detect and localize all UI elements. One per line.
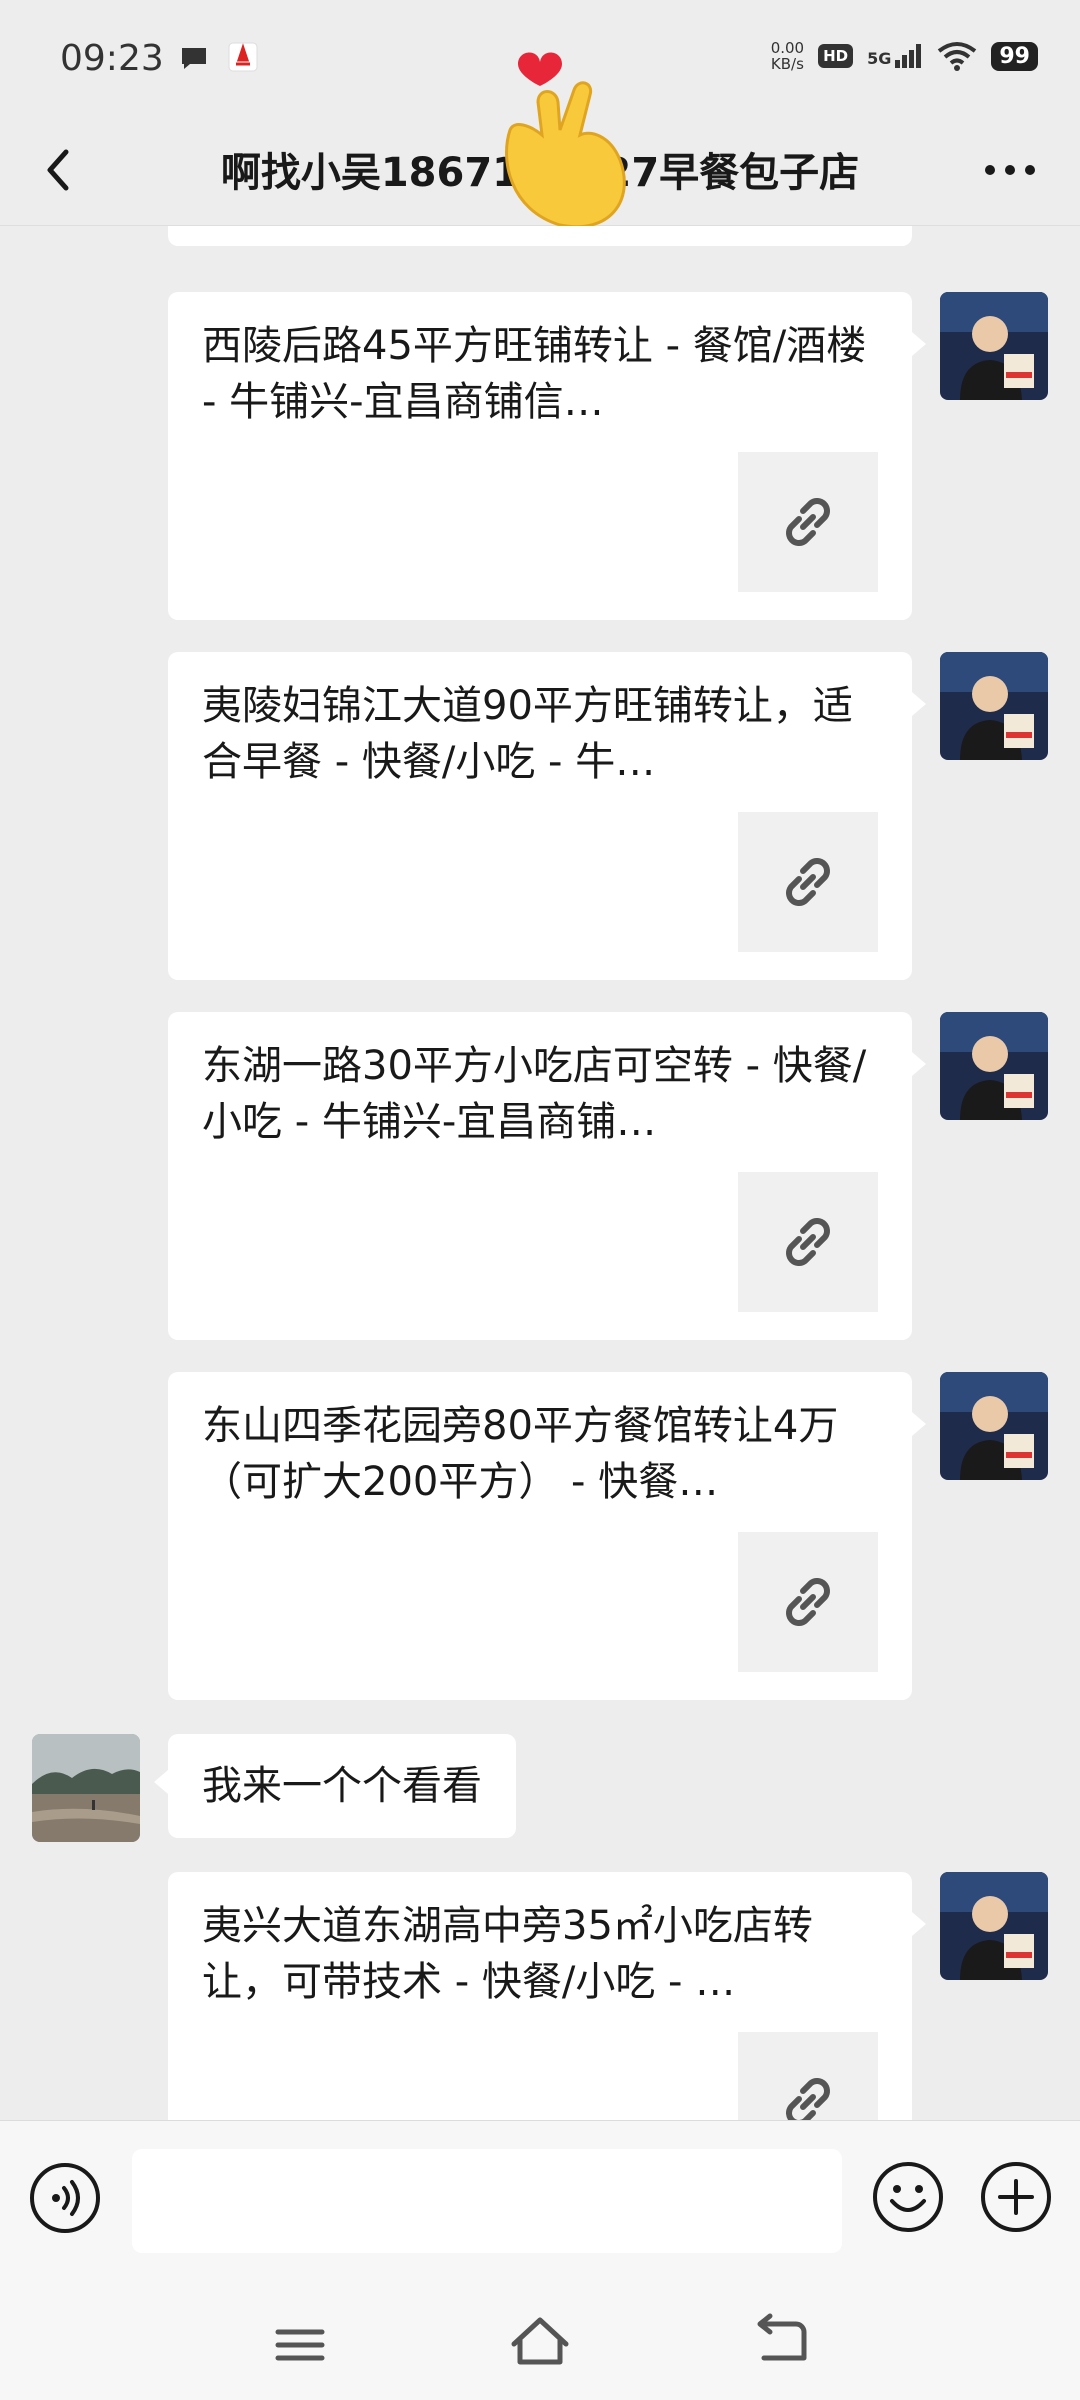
voice-icon	[30, 2163, 100, 2233]
more-dots-icon	[985, 165, 1035, 175]
nav-back-button[interactable]	[750, 2312, 810, 2368]
emoji-button[interactable]	[870, 2159, 946, 2235]
avatar[interactable]	[32, 1734, 140, 1842]
link-card[interactable]: 东湖一路30平方小吃店可空转 - 快餐/小吃 - 牛铺兴-宜昌商铺…	[168, 1012, 926, 1340]
link-card[interactable]: 东山四季花园旁80平方餐馆转让4万（可扩大200平方） - 快餐…	[168, 1372, 926, 1700]
nav-menu-button[interactable]	[270, 2320, 330, 2370]
more-functions-button[interactable]	[978, 2159, 1054, 2235]
back-button[interactable]	[30, 140, 90, 200]
message-card-partial[interactable]	[168, 226, 912, 246]
status-time: 09:23	[60, 38, 164, 79]
net-speed-unit: KB/s	[770, 55, 804, 73]
finger-heart-sticker	[505, 52, 626, 229]
link-card-title: 夷陵妇锦江大道90平方旺铺转让，适合早餐 - 快餐/小吃 - 牛…	[202, 683, 853, 785]
link-card-title: 西陵后路45平方旺铺转让 - 餐馆/酒楼 - 牛铺兴-宜昌商铺信…	[202, 323, 867, 425]
link-card[interactable]: 西陵后路45平方旺铺转让 - 餐馆/酒楼 - 牛铺兴-宜昌商铺信…	[168, 292, 926, 620]
message-list[interactable]: 西陵后路45平方旺铺转让 - 餐馆/酒楼 - 牛铺兴-宜昌商铺信… 夷陵妇锦江大…	[0, 226, 1080, 2120]
link-card[interactable]: 夷陵妇锦江大道90平方旺铺转让，适合早餐 - 快餐/小吃 - 牛…	[168, 652, 926, 980]
link-thumbnail	[738, 812, 878, 952]
text-message-bubble[interactable]: 我来一个个看看	[154, 1734, 516, 1838]
chat-notification-icon	[182, 48, 206, 69]
link-thumbnail	[738, 452, 878, 592]
wifi-icon	[938, 42, 977, 71]
link-icon	[786, 498, 830, 546]
nav-home-button[interactable]	[508, 2310, 572, 2370]
link-icon	[786, 2078, 830, 2120]
signal-bars-icon	[895, 44, 922, 68]
signal-label: 5G	[867, 49, 892, 68]
chevron-left-icon	[47, 149, 69, 191]
link-icon	[786, 1218, 830, 1266]
link-thumbnail	[738, 2032, 878, 2120]
link-icon	[786, 858, 830, 906]
link-card-title: 东山四季花园旁80平方餐馆转让4万（可扩大200平方） - 快餐…	[202, 1403, 839, 1505]
net-speed-value: 0.00	[770, 39, 805, 57]
status-notification-icons	[178, 42, 258, 74]
link-thumbnail	[738, 1172, 878, 1312]
hd-badge: HD	[818, 44, 854, 68]
link-card-title: 夷兴大道东湖高中旁35㎡小吃店转让，可带技术 - 快餐/小吃 - …	[202, 1903, 813, 2005]
input-bar	[0, 2120, 1080, 2280]
app-notification-icon	[228, 42, 258, 72]
emoji-icon	[873, 2162, 943, 2232]
heart-icon	[518, 52, 562, 86]
avatar[interactable]	[940, 652, 1048, 760]
signal-indicator: 5G	[867, 44, 923, 68]
plus-icon	[981, 2162, 1051, 2232]
avatar[interactable]	[940, 1012, 1048, 1120]
voice-button[interactable]	[28, 2161, 102, 2235]
link-card[interactable]: 夷兴大道东湖高中旁35㎡小吃店转让，可带技术 - 快餐/小吃 - …	[168, 1872, 926, 2120]
link-thumbnail	[738, 1532, 878, 1672]
battery-indicator: 99	[991, 41, 1038, 71]
more-button[interactable]	[980, 150, 1040, 190]
message-input[interactable]	[132, 2149, 842, 2253]
link-card-title: 东湖一路30平方小吃店可空转 - 快餐/小吃 - 牛铺兴-宜昌商铺…	[202, 1043, 867, 1145]
menu-icon	[275, 2329, 325, 2361]
avatar[interactable]	[940, 1372, 1048, 1480]
home-icon	[511, 2317, 569, 2365]
status-right-icons: 0.00 KB/s HD 5G 99	[771, 40, 1038, 72]
back-arrow-icon	[757, 2313, 807, 2361]
avatar[interactable]	[940, 292, 1048, 400]
avatar[interactable]	[940, 1872, 1048, 1980]
system-nav-bar	[0, 2280, 1080, 2400]
link-icon	[786, 1578, 830, 1626]
net-speed: 0.00 KB/s	[771, 40, 804, 72]
